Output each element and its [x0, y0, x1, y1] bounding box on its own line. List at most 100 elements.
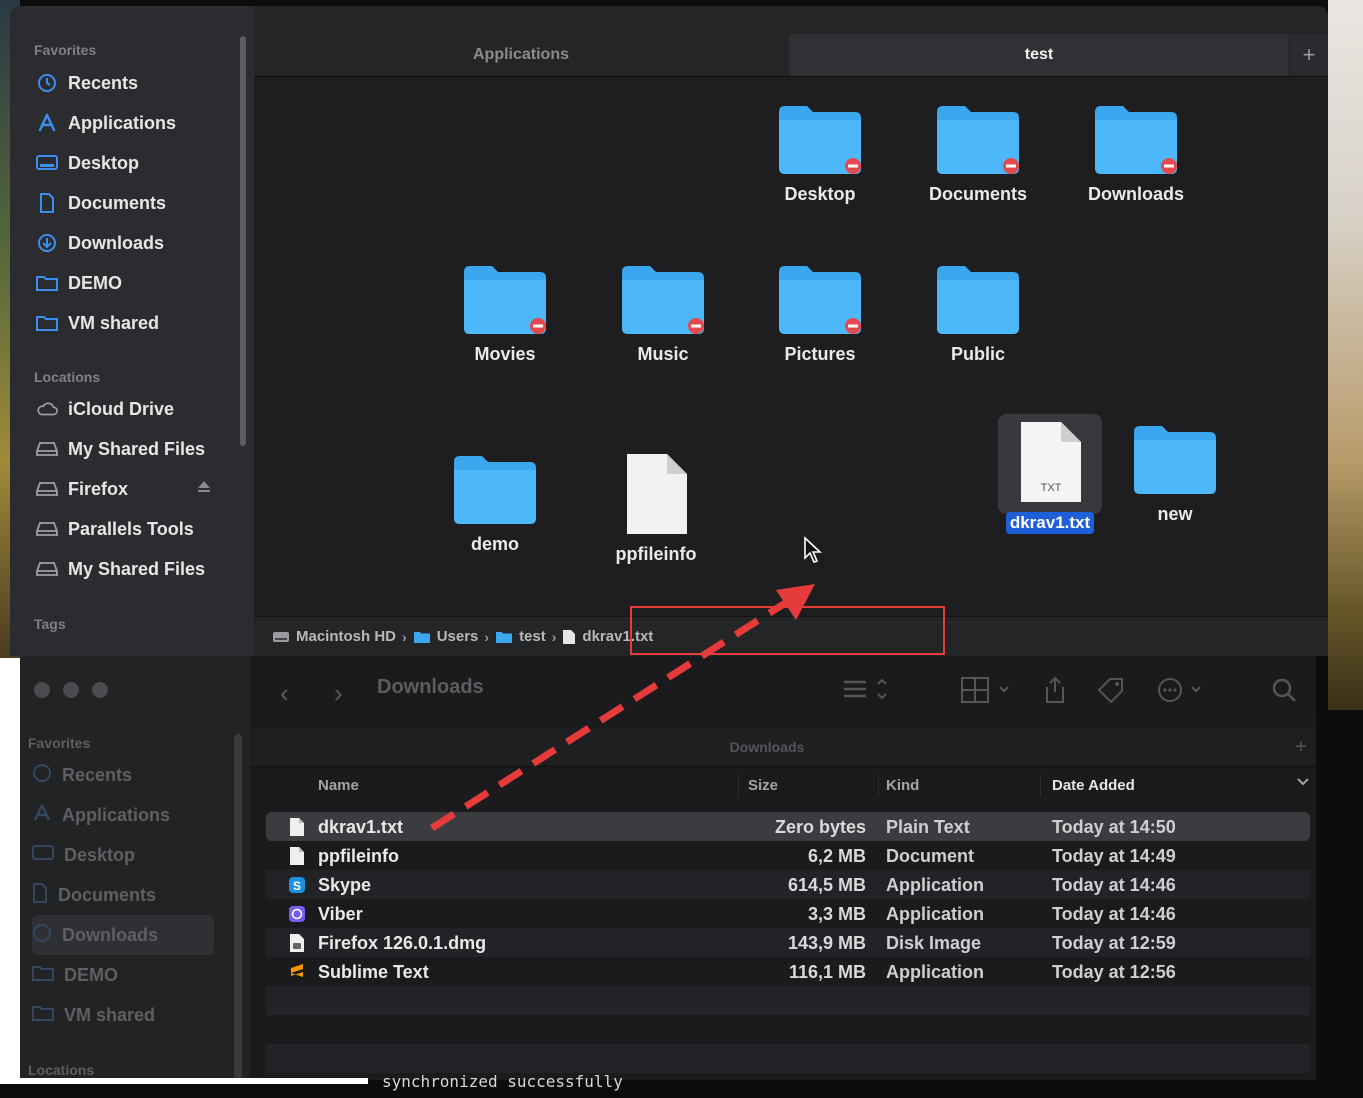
sidebar: Favorites Recents Applications Desktop D…	[10, 6, 254, 656]
applications-icon	[36, 112, 58, 134]
clock-icon	[36, 72, 58, 94]
sidebar-item-recents[interactable]: Recents	[36, 68, 236, 98]
table-row[interactable]: Sublime Text 116,1 MB Application Today …	[266, 957, 1310, 986]
table-row[interactable]: Viber 3,3 MB Application Today at 14:46	[266, 899, 1310, 928]
folder-icon	[1134, 426, 1216, 494]
sidebar-item-demo[interactable]: DEMO	[32, 955, 214, 995]
folder-movies[interactable]: Movies	[440, 262, 570, 365]
white-margin-bottom	[0, 1078, 368, 1084]
column-date-added[interactable]: Date Added	[1052, 777, 1135, 794]
new-tab-button[interactable]: +	[1286, 728, 1316, 766]
sidebar-item-documents[interactable]: Documents	[36, 188, 236, 218]
sidebar-item-applications[interactable]: Applications	[36, 108, 236, 138]
skype-icon: S	[289, 877, 305, 893]
column-kind[interactable]: Kind	[886, 777, 919, 794]
tab-test[interactable]: test	[790, 34, 1288, 76]
finder-window-test: Favorites Recents Applications Desktop D…	[10, 6, 1328, 656]
mouse-cursor	[804, 536, 823, 563]
wallpaper-right-dark	[1316, 710, 1363, 1098]
sidebar-header-tags: Tags	[34, 616, 66, 632]
table-row[interactable]: dkrav1.txt Zero bytes Plain Text Today a…	[266, 812, 1310, 841]
empty-row	[266, 986, 1310, 1015]
minimize-button[interactable]	[63, 682, 79, 698]
new-tab-button[interactable]: +	[1290, 34, 1328, 76]
forward-button[interactable]: ›	[334, 678, 343, 709]
folder-icon	[454, 456, 536, 524]
sidebar-item-demo[interactable]: DEMO	[36, 268, 236, 298]
column-size[interactable]: Size	[748, 777, 778, 794]
back-button[interactable]: ‹	[280, 678, 289, 709]
folder-icon	[32, 1004, 54, 1027]
column-divider	[878, 774, 879, 796]
path-annotation-box	[630, 606, 945, 655]
table-row[interactable]: ppfileinfo 6,2 MB Document Today at 14:4…	[266, 841, 1310, 870]
chevron-down-icon[interactable]	[1296, 774, 1310, 792]
tab-downloads[interactable]: Downloads	[250, 728, 1284, 766]
folder-pictures[interactable]: Pictures	[755, 262, 885, 365]
applications-icon	[32, 803, 52, 828]
path-item-test[interactable]: test	[495, 628, 546, 645]
zoom-button[interactable]	[92, 682, 108, 698]
sidebar-item-my-shared-files-2[interactable]: My Shared Files	[36, 554, 236, 584]
folder-demo[interactable]: demo	[430, 452, 560, 555]
sidebar-scrollbar[interactable]	[234, 734, 242, 1080]
folder-music[interactable]: Music	[598, 262, 728, 365]
column-name[interactable]: Name	[318, 777, 359, 794]
folder-icon	[622, 266, 704, 334]
sidebar-item-firefox[interactable]: Firefox	[36, 474, 236, 504]
sidebar-item-my-shared-files[interactable]: My Shared Files	[36, 434, 236, 464]
sidebar-item-applications[interactable]: Applications	[32, 795, 214, 835]
toolbar	[254, 6, 1328, 34]
table-row[interactable]: Firefox 126.0.1.dmg 143,9 MB Disk Image …	[266, 928, 1310, 957]
sidebar-item-recents[interactable]: Recents	[32, 755, 214, 795]
file-icon	[290, 818, 304, 836]
sidebar-item-downloads[interactable]: Downloads	[32, 915, 214, 955]
sublime-icon	[291, 964, 303, 977]
sidebar-item-parallels-tools[interactable]: Parallels Tools	[36, 514, 236, 544]
folder-downloads[interactable]: Downloads	[1071, 102, 1201, 205]
terminal-output: synchronized successfully	[382, 1072, 623, 1091]
group-icon[interactable]	[960, 676, 1012, 709]
list-view-icon[interactable]	[842, 676, 890, 707]
main-content: ‹ › Downloads Downloads + Name Size Kind…	[250, 656, 1316, 1080]
file-dkrav1-txt[interactable]: TXT dkrav1.txt	[985, 420, 1115, 534]
folder-icon	[779, 106, 861, 174]
tab-applications[interactable]: Applications	[254, 34, 788, 76]
tag-icon[interactable]	[1096, 676, 1126, 709]
sidebar-item-documents[interactable]: Documents	[32, 875, 214, 915]
folder-icon	[496, 631, 513, 643]
sidebar-item-desktop[interactable]: Desktop	[32, 835, 214, 875]
column-divider	[738, 774, 739, 796]
sidebar-item-vm-shared[interactable]: VM shared	[36, 308, 236, 338]
sidebar-item-icloud-drive[interactable]: iCloud Drive	[36, 394, 236, 424]
window-title: Downloads	[377, 676, 484, 698]
path-item-macintosh-hd[interactable]: Macintosh HD	[272, 628, 396, 645]
drive-icon	[36, 558, 58, 580]
empty-row	[266, 1015, 1310, 1044]
sidebar-scrollbar[interactable]	[240, 36, 246, 446]
folder-documents[interactable]: Documents	[913, 102, 1043, 205]
sidebar-header-favorites: Favorites	[34, 42, 97, 58]
sidebar-item-desktop[interactable]: Desktop	[36, 148, 236, 178]
folder-desktop[interactable]: Desktop	[755, 102, 885, 205]
sidebar-item-vm-shared[interactable]: VM shared	[32, 995, 214, 1035]
file-icon	[563, 629, 576, 644]
sidebar-header-locations: Locations	[34, 369, 101, 385]
eject-icon[interactable]	[196, 478, 212, 499]
path-item-users[interactable]: Users	[413, 628, 478, 645]
more-actions-icon[interactable]	[1156, 676, 1204, 709]
share-icon[interactable]	[1042, 676, 1068, 709]
disk-image-icon	[290, 934, 304, 952]
close-button[interactable]	[34, 682, 50, 698]
folder-public[interactable]: Public	[913, 262, 1043, 365]
folder-icon	[36, 312, 58, 334]
table-row[interactable]: S Skype 614,5 MB Application Today at 14…	[266, 870, 1310, 899]
file-ppfileinfo[interactable]: ppfileinfo	[591, 452, 721, 565]
file-list: dkrav1.txt Zero bytes Plain Text Today a…	[266, 812, 1310, 1080]
folder-new[interactable]: new	[1110, 422, 1240, 525]
search-icon[interactable]	[1270, 676, 1298, 709]
download-icon	[32, 923, 52, 948]
sidebar-item-downloads[interactable]: Downloads	[36, 228, 236, 258]
main-content: Applications test + Desktop Documents Do…	[254, 6, 1328, 656]
txt-badge: TXT	[1041, 482, 1062, 494]
